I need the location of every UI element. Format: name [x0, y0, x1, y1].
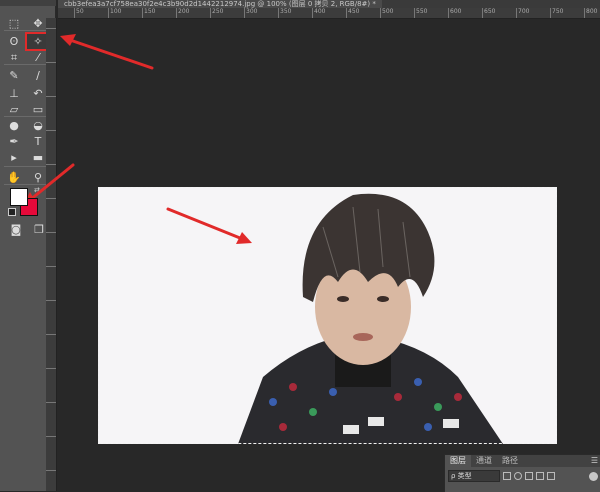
ruler-tick — [46, 436, 56, 437]
ruler-tick — [46, 96, 56, 97]
hand-tool-icon[interactable]: ✋ — [3, 170, 25, 185]
tab-channels[interactable]: 通道 — [471, 455, 497, 467]
ruler-tick — [46, 130, 56, 131]
ruler-label: 100 — [110, 8, 122, 15]
ruler-tick — [516, 8, 517, 18]
ruler-label: 300 — [246, 8, 258, 15]
panel-grip[interactable] — [0, 0, 56, 6]
ruler-tick — [142, 8, 143, 18]
ruler-tick — [278, 8, 279, 18]
pen-tool-icon[interactable]: ✒ — [3, 134, 25, 149]
ruler-tick — [46, 198, 56, 199]
panel-menu-icon[interactable]: ☰ — [591, 456, 598, 465]
tool-separator — [4, 184, 52, 185]
adjustment-filter-icon[interactable] — [514, 472, 522, 480]
horizontal-ruler: 50 100 150 200 250 300 350 400 450 500 550 600 650 70… — [58, 8, 600, 19]
ruler-tick — [482, 8, 483, 18]
ruler-tick — [244, 8, 245, 18]
ruler-tick — [380, 8, 381, 18]
tool-separator — [4, 64, 52, 65]
vertical-ruler — [46, 18, 57, 491]
ruler-tick — [46, 164, 56, 165]
default-colors-icon[interactable] — [8, 208, 16, 216]
ruler-tick — [46, 62, 56, 63]
shape-filter-icon[interactable] — [536, 472, 544, 480]
ruler-label: 800 — [586, 8, 598, 15]
ruler-tick — [46, 368, 56, 369]
ruler-tick — [108, 8, 109, 18]
ruler-tick — [176, 8, 177, 18]
ruler-label: 500 — [382, 8, 394, 15]
ruler-label: 250 — [212, 8, 224, 15]
ruler-tick — [46, 402, 56, 403]
quick-mask-icon[interactable]: ◙ — [5, 222, 27, 237]
ruler-tick — [414, 8, 415, 18]
ruler-label: 350 — [280, 8, 292, 15]
ruler-tick — [46, 266, 56, 267]
ruler-tick — [550, 8, 551, 18]
ruler-tick — [584, 8, 585, 18]
filter-toggle[interactable] — [589, 471, 598, 481]
ruler-tick — [46, 334, 56, 335]
type-filter-icon[interactable] — [525, 472, 533, 480]
ruler-label: 150 — [144, 8, 156, 15]
ruler-label: 50 — [76, 8, 84, 15]
lasso-tool-icon[interactable]: ʘ — [3, 34, 25, 49]
photo-image — [238, 193, 503, 444]
document-tab-bar: cbb3efea3a7cf758ea30f2e4c3b90d2d14422129… — [58, 0, 600, 8]
ruler-tick — [74, 8, 75, 18]
panel-tabs: 图层 通道 路径 — [445, 455, 600, 467]
clone-stamp-tool-icon[interactable]: ⊥ — [3, 86, 25, 101]
ruler-tick — [46, 470, 56, 471]
ruler-tick — [312, 8, 313, 18]
layers-panel: 图层 通道 路径 ☰ ρ 类型 — [444, 454, 600, 492]
healing-brush-tool-icon[interactable]: ✎ — [3, 68, 25, 83]
path-selection-tool-icon[interactable]: ▸ — [3, 150, 25, 165]
document-tab[interactable]: cbb3efea3a7cf758ea30f2e4c3b90d2d14422129… — [58, 0, 382, 8]
swap-colors-icon[interactable]: ⇄ — [34, 186, 40, 194]
smart-object-filter-icon[interactable] — [547, 472, 555, 480]
eraser-tool-icon[interactable]: ▱ — [3, 102, 25, 117]
tab-layers[interactable]: 图层 — [445, 455, 471, 467]
tool-separator — [4, 30, 52, 31]
ruler-label: 450 — [348, 8, 360, 15]
image-filter-icon[interactable] — [503, 472, 511, 480]
ruler-label: 550 — [416, 8, 428, 15]
ruler-label: 650 — [484, 8, 496, 15]
ruler-tick — [448, 8, 449, 18]
ruler-label: 700 — [518, 8, 530, 15]
tool-separator — [4, 116, 52, 117]
document-canvas[interactable] — [98, 187, 557, 444]
ruler-label: 200 — [178, 8, 190, 15]
tab-paths[interactable]: 路径 — [497, 455, 523, 467]
foreground-color-swatch[interactable] — [10, 188, 28, 206]
ruler-tick — [46, 28, 56, 29]
marquee-tool-icon[interactable]: ⬚ — [3, 16, 25, 31]
tool-separator — [4, 166, 52, 167]
crop-tool-icon[interactable]: ⌗ — [3, 50, 25, 65]
ruler-label: 400 — [314, 8, 326, 15]
layer-kind-filter[interactable]: ρ 类型 — [448, 470, 500, 482]
ruler-label: 600 — [450, 8, 462, 15]
ruler-tick — [46, 300, 56, 301]
ruler-tick — [346, 8, 347, 18]
layer-filter-row: ρ 类型 — [445, 467, 600, 485]
ruler-label: 750 — [552, 8, 564, 15]
blur-tool-icon[interactable]: ● — [3, 118, 25, 133]
ruler-tick — [210, 8, 211, 18]
ruler-tick — [46, 232, 56, 233]
